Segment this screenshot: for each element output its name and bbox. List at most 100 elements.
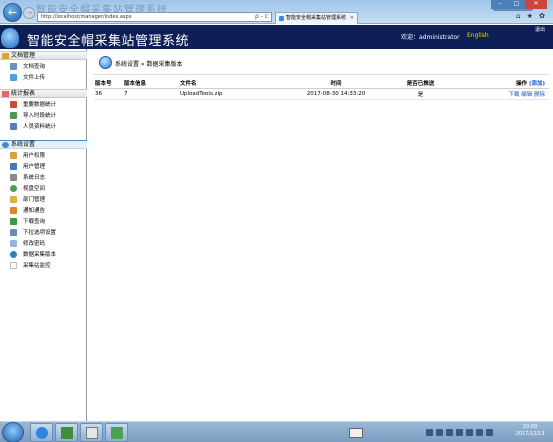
section-label: 统计报表 — [11, 90, 36, 97]
sidebar-item-important-stats[interactable]: 重要数据统计 — [10, 100, 86, 110]
sidebar-section-docs[interactable]: 文档管理 — [0, 51, 87, 60]
tray-icon[interactable] — [436, 429, 443, 436]
notice-icon — [10, 207, 17, 214]
tray-icon[interactable] — [486, 429, 493, 436]
tray-icon[interactable] — [456, 429, 463, 436]
department-icon — [10, 196, 17, 203]
sidebar-item-system-log[interactable]: 系统日志 — [10, 173, 86, 183]
section-label: 文档管理 — [11, 52, 36, 59]
disk-icon — [10, 185, 17, 192]
sidebar-item-doc-query[interactable]: 文档查询 — [10, 62, 86, 72]
sidebar-item-departments[interactable]: 部门管理 — [10, 195, 86, 205]
table-header-row: 版本号 版本信息 文件名 时间 是否已推送 操作 (添加) — [94, 78, 549, 89]
document-icon — [10, 63, 17, 70]
settings-icon — [2, 142, 9, 148]
sidebar-item-notices[interactable]: 通知通告 — [10, 206, 86, 216]
sidebar-item-users[interactable]: 用户管理 — [10, 162, 86, 172]
breadcrumb: 系统设置 » 数据采集版本 — [115, 61, 183, 68]
sidebar-item-label: 文件上传 — [23, 75, 46, 81]
taskbar-ie-button[interactable] — [30, 423, 53, 442]
sidebar-item-label: 修改密码 — [23, 241, 46, 247]
sidebar-section-reports[interactable]: 统计报表 — [0, 89, 87, 98]
welcome-text: 欢迎：administrator — [401, 34, 460, 41]
window-close-icon[interactable]: ✕ — [525, 0, 547, 9]
sidebar-item-file-upload[interactable]: 文件上传 — [10, 73, 86, 83]
tray-icon[interactable] — [426, 429, 433, 436]
sidebar-item-label: 数据采集版本 — [23, 252, 57, 258]
sidebar-item-disk-space[interactable]: 视盘空间 — [10, 184, 86, 194]
folder-icon — [2, 53, 9, 59]
sidebar-item-change-password[interactable]: 修改密码 — [10, 239, 86, 249]
sidebar-item-label: 用户管理 — [23, 164, 46, 170]
main-content: 系统设置 » 数据采集版本 版本号 版本信息 文件名 时间 是否已推送 操作 (… — [88, 49, 553, 421]
user-icon — [10, 163, 17, 170]
logout-link[interactable]: 退出 — [535, 26, 545, 33]
taskbar-app-button[interactable] — [80, 423, 103, 442]
sidebar-item-label: 下拉选项设置 — [23, 230, 57, 236]
browser-tab[interactable]: 智能安全帽采集站管理系统 × — [275, 12, 358, 24]
back-button[interactable]: ← — [3, 3, 22, 22]
sidebar: 文档管理 文档查询 文件上传 统计报表 重要数据统计 导入时段统计 人员资料统计… — [0, 49, 87, 421]
sidebar-item-label: 文档查询 — [23, 64, 46, 70]
system-tray — [426, 425, 506, 439]
key-icon — [10, 152, 17, 159]
row-actions[interactable]: 下载 编辑 删除 — [453, 88, 549, 100]
col-version: 版本号 — [94, 78, 124, 89]
table-row: 36 7 UploadTools.zip 2017-08-30 14:33:20… — [94, 88, 549, 100]
col-time: 时间 — [284, 78, 388, 89]
start-button[interactable] — [2, 422, 24, 442]
keyboard-icon[interactable] — [349, 428, 363, 438]
address-bar[interactable]: http://localhost/manager/index.aspx — [37, 12, 272, 22]
taskbar-excel-button[interactable] — [55, 423, 78, 442]
upload-icon — [10, 74, 17, 81]
helmet-logo-icon — [1, 28, 19, 48]
browser-chrome: 智能安全帽采集站管理系统 ← → http://localhost/manage… — [0, 0, 553, 24]
search-refresh-icon[interactable]: ρ - c — [255, 12, 272, 22]
section-label: 系统设置 — [11, 141, 36, 148]
sidebar-item-permissions[interactable]: 用户权限 — [10, 151, 86, 161]
tray-icon[interactable] — [476, 429, 483, 436]
sidebar-item-station-monitor[interactable]: 采集站监控 — [10, 261, 86, 271]
ie-icon — [36, 427, 48, 439]
sidebar-section-settings[interactable]: 系统设置 — [0, 140, 87, 149]
sidebar-item-dropdown-settings[interactable]: 下拉选项设置 — [10, 228, 86, 238]
sidebar-item-label: 重要数据统计 — [23, 102, 57, 108]
version-table: 版本号 版本信息 文件名 时间 是否已推送 操作 (添加) 36 7 Uploa… — [94, 78, 549, 100]
toolbar-icons[interactable]: ⌂ ★ ✿ — [516, 12, 547, 20]
sidebar-item-import-stats[interactable]: 导入时段统计 — [10, 111, 86, 121]
tab-close-icon[interactable]: × — [350, 13, 354, 24]
cell-info: 7 — [124, 88, 180, 100]
divider — [94, 74, 549, 75]
log-icon — [10, 174, 17, 181]
site-title: 智能安全帽采集站管理系统 — [27, 34, 190, 49]
forward-button[interactable]: → — [23, 7, 35, 19]
cell-file: UploadTools.zip — [180, 88, 284, 100]
import-icon — [10, 112, 17, 119]
sidebar-item-download-query[interactable]: 下载查询 — [10, 217, 86, 227]
cell-time: 2017-08-30 14:33:20 — [284, 88, 388, 100]
sidebar-item-label: 系统日志 — [23, 175, 46, 181]
pencil-icon — [10, 240, 17, 247]
clock-time: 20:09 — [522, 424, 538, 430]
stats-icon — [10, 101, 17, 108]
minimize-icon[interactable]: – — [491, 0, 508, 9]
add-link[interactable]: (添加) — [529, 81, 545, 87]
language-link[interactable]: English — [467, 32, 489, 39]
tray-icon[interactable] — [466, 429, 473, 436]
ops-header-label: 操作 — [516, 80, 528, 87]
col-info: 版本信息 — [124, 78, 180, 89]
sidebar-item-label: 人员资料统计 — [23, 124, 57, 130]
sidebar-item-collector-version[interactable]: 数据采集版本 — [10, 250, 86, 260]
window-icon — [86, 427, 98, 439]
clock-date: 2017/12/13 — [515, 431, 545, 437]
sidebar-item-personnel-stats[interactable]: 人员资料统计 — [10, 122, 86, 132]
maximize-icon[interactable]: □ — [508, 0, 525, 9]
excel-icon — [61, 427, 73, 439]
sidebar-item-label: 视盘空间 — [23, 186, 46, 192]
cell-pushed: 是 — [388, 88, 453, 100]
tab-title: 智能安全帽采集站管理系统 — [286, 15, 347, 21]
clock[interactable]: 20:09 2017/12/13 — [509, 424, 551, 438]
tray-icon[interactable] — [446, 429, 453, 436]
sidebar-item-label: 采集站监控 — [23, 263, 51, 269]
taskbar-app2-button[interactable] — [105, 423, 128, 442]
